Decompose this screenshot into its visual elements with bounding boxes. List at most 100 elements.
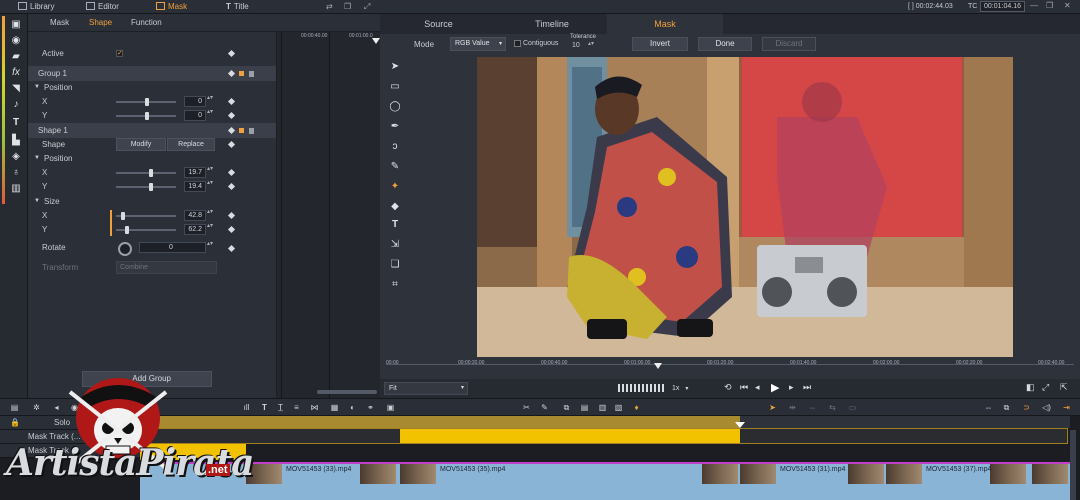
tv-icon[interactable]: ▣ (9, 18, 23, 32)
expand-triangle-icon[interactable]: ▼ (34, 151, 40, 166)
slider-knob[interactable] (145, 98, 149, 106)
tab-timeline[interactable]: Timeline (497, 14, 607, 34)
active-checkbox[interactable]: ✓ (116, 50, 123, 57)
shape-y-input[interactable]: 19.4 (184, 181, 206, 192)
render-preview-icon[interactable]: ⇥ (1062, 403, 1071, 412)
preview-ruler[interactable]: 00:00 00:00:20.00 00:00:40.00 00:01:00.0… (386, 357, 1074, 379)
video-clip-1[interactable]: MOV51453 (33).mp4 (246, 462, 400, 500)
shape-position-header[interactable]: ▼ Position (28, 151, 276, 166)
playhead-marker[interactable] (372, 38, 380, 44)
tolerance-value[interactable]: 10 (572, 42, 580, 49)
tab-library[interactable]: Library (18, 1, 54, 13)
volume-icon[interactable]: ◧ (1026, 382, 1035, 393)
tab-function-panel[interactable]: Function (131, 18, 162, 27)
render-icon[interactable]: ▧ (614, 403, 623, 412)
replace-button[interactable]: Replace (167, 138, 215, 151)
spinner-icon[interactable]: ▴▾ (207, 95, 213, 107)
step-forward-icon[interactable]: ▸ (789, 382, 794, 393)
size-y-input[interactable]: 62.2 (184, 224, 206, 235)
video-clip-4[interactable]: MOV51453 (37).mp4 (886, 462, 1070, 500)
layers-icon[interactable]: ◈ (9, 150, 23, 164)
color-swatch-icon[interactable] (239, 71, 244, 76)
trim-icon[interactable]: ⇹ (788, 403, 797, 412)
keyframe-timeline[interactable]: 00:00:40.00 00:01:00.0 (276, 32, 380, 398)
size-header[interactable]: ▼ Size (28, 194, 276, 209)
transform-dropdown[interactable]: Combine (116, 261, 217, 274)
restore-icon[interactable]: ❐ (1046, 1, 1053, 10)
import-icon[interactable]: ⇲ (388, 238, 402, 252)
horizontal-scrollbar[interactable] (317, 390, 377, 394)
image-icon[interactable]: ▣ (386, 403, 395, 412)
fullscreen-icon[interactable]: ⤢ (1042, 382, 1049, 393)
color-swatch-icon[interactable] (239, 128, 244, 133)
audio-icon[interactable]: ♁ (9, 166, 23, 180)
tab-title[interactable]: T Title (226, 1, 249, 13)
mask-clip[interactable] (400, 429, 740, 443)
audio-scrub-icon[interactable]: ◁) (1042, 403, 1051, 412)
music-icon[interactable]: ♪ (9, 98, 23, 112)
tolerance-spinner-icon[interactable]: ▴▾ (588, 40, 594, 47)
edit-icon[interactable]: ✎ (540, 403, 549, 412)
tab-mask-preview[interactable]: Mask (607, 14, 723, 34)
size-x-input[interactable]: 42.8 (184, 210, 206, 221)
shape-x-input[interactable]: 19.7 (184, 167, 206, 178)
text-mask-icon[interactable]: T (388, 218, 402, 232)
cursor-icon[interactable]: ➤ (768, 403, 777, 412)
video-preview[interactable] (477, 57, 1013, 357)
mode-dropdown[interactable]: RGB Value ▾ (450, 37, 506, 51)
title-icon[interactable]: T (260, 403, 269, 412)
speed-dropdown[interactable]: 1x ▾ (672, 382, 702, 395)
grid-icon[interactable]: ▦ (330, 403, 339, 412)
invert-button[interactable]: Invert (632, 37, 688, 51)
zoom-icon[interactable]: ⧉ (1002, 403, 1011, 412)
link-icon[interactable]: ⇄ (326, 2, 333, 11)
keyframe-icon[interactable] (227, 69, 236, 78)
timecode-display[interactable]: 00:01:04.16 (980, 1, 1025, 12)
eraser-icon[interactable]: ◆ (388, 200, 402, 214)
spinner-icon[interactable]: ▴▾ (207, 209, 213, 221)
razor-icon[interactable]: ✂ (522, 403, 531, 412)
shape-1-row[interactable]: Shape 1 (28, 123, 276, 138)
slider-knob[interactable] (149, 183, 153, 191)
discard-button[interactable]: Discard (762, 37, 816, 51)
brush-icon[interactable]: ✎ (388, 160, 402, 174)
spinner-icon[interactable]: ▴▾ (207, 223, 213, 235)
tab-shape-panel[interactable]: Shape (89, 18, 112, 27)
folder-icon[interactable]: ▰ (9, 50, 23, 64)
color-wheel-icon[interactable]: ◉ (9, 34, 23, 48)
slider-knob[interactable] (145, 112, 149, 120)
title-edit-icon[interactable]: T̲ (276, 403, 285, 412)
magic-wand-icon[interactable]: ✦ (388, 180, 402, 194)
split-icon[interactable]: ⧉ (562, 403, 571, 412)
group-position-header[interactable]: ▼ Position (28, 80, 276, 95)
expand-triangle-icon[interactable]: ▼ (34, 80, 40, 95)
vertical-scrollbar[interactable] (1070, 430, 1076, 500)
focus-icon[interactable]: ⌗ (388, 278, 402, 292)
rectangle-icon[interactable]: ▭ (388, 80, 402, 94)
fit-dropdown[interactable]: Fit ▾ (384, 382, 468, 395)
spinner-icon[interactable]: ▴▾ (207, 109, 213, 121)
video-clip-3[interactable]: MOV51453 (31).mp4 (740, 462, 886, 500)
group-icon[interactable]: ▤ (580, 403, 589, 412)
rotate-dial[interactable] (118, 242, 132, 256)
ellipse-icon[interactable]: ◯ (388, 100, 402, 114)
keyframe-icon[interactable] (227, 225, 236, 234)
size-x-slider[interactable] (116, 215, 176, 217)
group-x-input[interactable]: 0 (184, 96, 206, 107)
video-clip-2[interactable]: MOV51453 (35).mp4 (400, 462, 740, 500)
keyframe-icon[interactable] (227, 49, 236, 58)
trash-icon[interactable] (249, 71, 254, 77)
tab-editor[interactable]: Editor (86, 1, 119, 13)
clone-icon[interactable]: ❏ (388, 258, 402, 272)
contiguous-checkbox[interactable] (514, 40, 521, 47)
close-icon[interactable]: ✕ (1064, 1, 1071, 10)
pointer-icon[interactable]: ➤ (388, 60, 402, 74)
minimize-icon[interactable]: — (1030, 1, 1038, 10)
montage-icon[interactable]: ▙ (9, 134, 23, 148)
color-icon[interactable]: ◐ (348, 403, 357, 412)
playhead-marker[interactable] (654, 363, 662, 369)
keyframe-icon[interactable] (227, 168, 236, 177)
skip-back-icon[interactable]: ⏮ (740, 382, 748, 393)
slider-knob[interactable] (121, 212, 125, 220)
spinner-icon[interactable]: ▴▾ (207, 180, 213, 192)
